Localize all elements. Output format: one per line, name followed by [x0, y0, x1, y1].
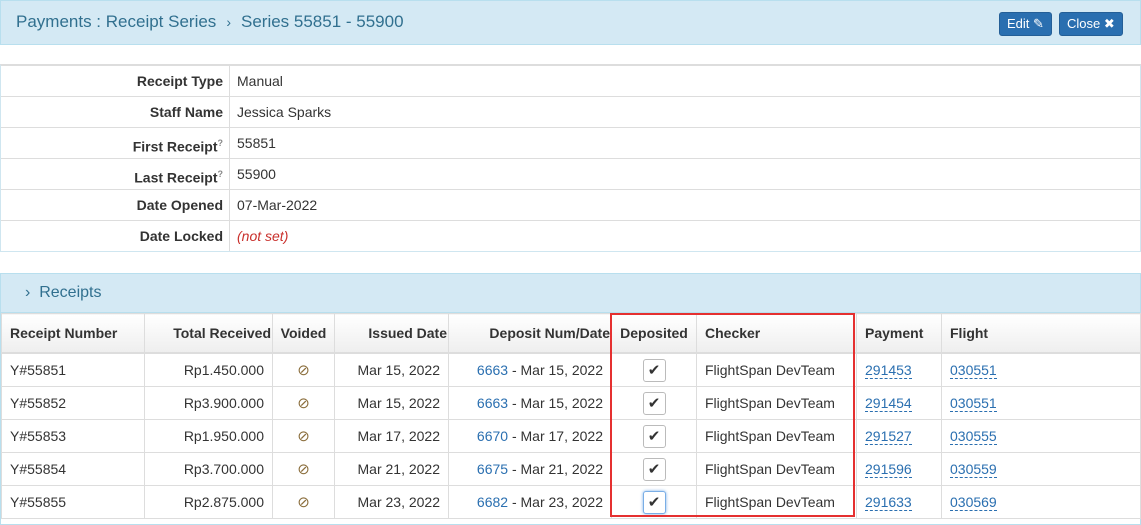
receipt-number: Y#55853 [1, 419, 145, 453]
flight-link[interactable]: 030559 [950, 461, 997, 478]
table-row: Y#55852 Rp3.900.000 ⊘ Mar 15, 2022 6663 … [1, 386, 1141, 420]
flight-link[interactable]: 030569 [950, 494, 997, 511]
receipts-panel-header[interactable]: › Receipts [1, 274, 1140, 313]
column-header[interactable]: Voided [272, 313, 335, 354]
detail-value: 55900 [237, 166, 276, 182]
checker: FlightSpan DevTeam [696, 386, 857, 420]
checker: FlightSpan DevTeam [696, 419, 857, 453]
flight-link[interactable]: 030551 [950, 362, 997, 379]
detail-value: 55851 [237, 135, 276, 151]
detail-row: Last Receipt? 55900 [1, 159, 1140, 190]
detail-row: Date Locked (not set) [1, 221, 1140, 251]
payment-link[interactable]: 291453 [865, 362, 912, 379]
detail-label: Date Locked [1, 221, 230, 251]
detail-value: Manual [237, 73, 283, 89]
table-row: Y#55854 Rp3.700.000 ⊘ Mar 21, 2022 6675 … [1, 452, 1141, 486]
table-row: Y#55851 Rp1.450.000 ⊘ Mar 15, 2022 6663 … [1, 352, 1141, 387]
detail-label: Receipt Type [1, 66, 230, 96]
deposited-checkbox[interactable]: ✔ [642, 391, 666, 415]
detail-label: Staff Name [1, 97, 230, 127]
detail-row: Staff Name Jessica Sparks [1, 97, 1140, 128]
detail-label: Date Opened [1, 190, 230, 220]
detail-label: Last Receipt? [1, 159, 230, 189]
help-icon[interactable]: ? [218, 138, 224, 148]
not-voided-icon: ⊘ [297, 395, 310, 412]
deposit-date: - Mar 23, 2022 [508, 494, 603, 510]
deposit-date: - Mar 17, 2022 [508, 428, 603, 444]
payment-link[interactable]: 291527 [865, 428, 912, 445]
receipt-number: Y#55851 [1, 352, 145, 387]
series-details: Receipt Type Manual Staff Name Jessica Spar… [0, 64, 1141, 252]
deposited-checkbox[interactable]: ✔ [642, 490, 666, 514]
detail-value: (not set) [237, 228, 289, 244]
column-header[interactable]: Deposited [611, 313, 697, 354]
column-header[interactable]: Issued Date [334, 313, 449, 354]
deposit-date: - Mar 21, 2022 [508, 461, 603, 477]
detail-row: First Receipt? 55851 [1, 128, 1140, 159]
deposit-date: - Mar 15, 2022 [508, 362, 603, 378]
deposit-link[interactable]: 6682 [477, 494, 508, 510]
total-received: Rp3.700.000 [144, 452, 273, 486]
deposit-link[interactable]: 6670 [477, 428, 508, 444]
payment-link[interactable]: 291454 [865, 395, 912, 412]
column-header[interactable]: Payment [856, 313, 942, 354]
detail-row: Date Opened 07-Mar-2022 [1, 190, 1140, 221]
issued-date: Mar 15, 2022 [334, 352, 449, 387]
column-header[interactable]: Flight [941, 313, 1141, 354]
deposit-link[interactable]: 6675 [477, 461, 508, 477]
receipts-table: Receipt Number Total Received Voided Issued… [1, 313, 1141, 519]
checker: FlightSpan DevTeam [696, 452, 857, 486]
payment-link[interactable]: 291633 [865, 494, 912, 511]
receipts-title: Receipts [39, 284, 102, 301]
breadcrumb-current: Series 55851 - 55900 [240, 12, 404, 31]
detail-row: Receipt Type Manual [1, 66, 1140, 97]
page-header: Payments : Receipt Series › Series 55851 -… [0, 0, 1141, 45]
total-received: Rp2.875.000 [144, 485, 273, 519]
chevron-right-icon: › [226, 14, 231, 30]
issued-date: Mar 23, 2022 [334, 485, 449, 519]
checker: FlightSpan DevTeam [696, 485, 857, 519]
breadcrumb: Payments : Receipt Series › Series 55851 -… [16, 12, 404, 32]
column-header[interactable]: Deposit Num/Date [448, 313, 612, 354]
issued-date: Mar 21, 2022 [334, 452, 449, 486]
help-icon[interactable]: ? [218, 169, 224, 179]
not-voided-icon: ⊘ [297, 362, 310, 379]
receipts-panel: › Receipts Receipt Number Total Received V… [0, 273, 1141, 525]
checker: FlightSpan DevTeam [696, 352, 857, 387]
detail-value: Jessica Sparks [237, 104, 332, 120]
flight-link[interactable]: 030551 [950, 395, 997, 412]
total-received: Rp1.950.000 [144, 419, 273, 453]
payment-link[interactable]: 291596 [865, 461, 912, 478]
breadcrumb-root[interactable]: Payments : Receipt Series [16, 12, 216, 31]
detail-label: First Receipt? [1, 128, 230, 158]
close-button[interactable]: Close ✖ [1059, 12, 1123, 36]
deposit-date: - Mar 15, 2022 [508, 395, 603, 411]
issued-date: Mar 15, 2022 [334, 386, 449, 420]
detail-value: 07-Mar-2022 [237, 197, 318, 213]
deposit-link[interactable]: 6663 [477, 362, 508, 378]
table-row: Y#55855 Rp2.875.000 ⊘ Mar 23, 2022 6682 … [1, 485, 1141, 519]
deposited-checkbox[interactable]: ✔ [642, 358, 666, 382]
column-header[interactable]: Total Received [144, 313, 273, 354]
column-header[interactable]: Receipt Number [1, 313, 145, 354]
receipt-number: Y#55854 [1, 452, 145, 486]
deposited-checkbox[interactable]: ✔ [642, 424, 666, 448]
edit-button[interactable]: Edit ✎ [999, 12, 1052, 36]
receipt-number: Y#55855 [1, 485, 145, 519]
deposit-link[interactable]: 6663 [477, 395, 508, 411]
chevron-right-icon: › [25, 284, 31, 301]
issued-date: Mar 17, 2022 [334, 419, 449, 453]
not-voided-icon: ⊘ [297, 461, 310, 478]
total-received: Rp3.900.000 [144, 386, 273, 420]
deposited-checkbox[interactable]: ✔ [642, 457, 666, 481]
table-row: Y#55853 Rp1.950.000 ⊘ Mar 17, 2022 6670 … [1, 419, 1141, 453]
not-voided-icon: ⊘ [297, 428, 310, 445]
flight-link[interactable]: 030555 [950, 428, 997, 445]
receipt-number: Y#55852 [1, 386, 145, 420]
total-received: Rp1.450.000 [144, 352, 273, 387]
column-header[interactable]: Checker [696, 313, 857, 354]
not-voided-icon: ⊘ [297, 494, 310, 511]
